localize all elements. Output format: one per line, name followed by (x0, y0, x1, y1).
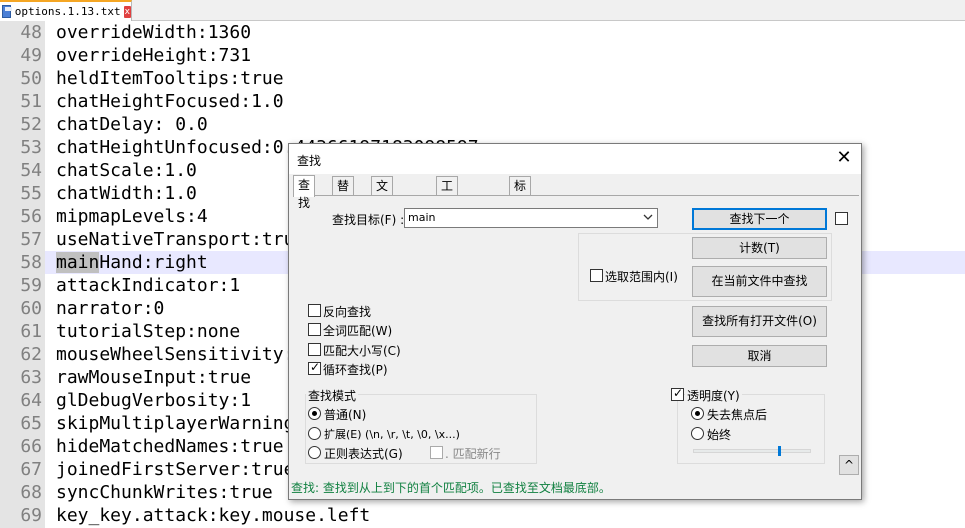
line-number: 65 (20, 413, 42, 434)
line-number: 51 (20, 91, 42, 112)
dialog-title-bar[interactable]: 查找 ✕ (289, 144, 861, 174)
dot-newline-checkbox[interactable] (430, 446, 443, 459)
code-line: hideMatchedNames:true (56, 436, 284, 457)
in-selection-checkbox[interactable] (590, 269, 603, 282)
line-number: 67 (20, 459, 42, 480)
line-number: 58 (20, 252, 42, 273)
code-line: mouseWheelSensitivity:1.0 (56, 344, 327, 365)
on-lose-focus-radio[interactable] (691, 407, 704, 420)
find-target-label: 查找目标(F) : (332, 213, 405, 227)
code-line: joinedFirstServer:true (56, 459, 295, 480)
code-line: rawMouseInput:true (56, 367, 252, 388)
backward-checkbox[interactable] (308, 304, 321, 317)
line-number: 48 (20, 22, 42, 43)
mode-normal-radio[interactable] (308, 407, 321, 420)
chevron-down-icon[interactable] (643, 212, 653, 222)
code-line: overrideHeight:731 (56, 45, 252, 66)
line-number: 63 (20, 367, 42, 388)
whole-word-label: 全词匹配(W) (323, 324, 393, 338)
tab-find[interactable]: 查找 (293, 175, 316, 210)
line-number: 66 (20, 436, 42, 457)
dialog-title: 查找 (297, 154, 322, 168)
line-number: 69 (20, 505, 42, 526)
code-line: chatDelay: 0.0 (56, 114, 208, 135)
find-dialog: 查找 ✕ 查找 替换 文件查找 工程中查找 标记 查找目标(F) : main … (288, 143, 862, 500)
code-line: chatWidth:1.0 (56, 183, 197, 204)
tab-replace[interactable]: 替换 (332, 176, 355, 211)
code-line: syncChunkWrites:true (56, 482, 273, 503)
code-line-rest: Hand:right (99, 252, 208, 273)
tab-close-icon[interactable]: x (123, 5, 131, 18)
document-tab-bar: options.1.13.txt x (0, 0, 965, 21)
in-selection-label: 选取范围内(I) (605, 270, 678, 284)
saved-file-icon (2, 5, 12, 18)
transparency-slider-track[interactable] (693, 449, 811, 453)
code-line: glDebugVerbosity:1 (56, 390, 252, 411)
line-number: 62 (20, 344, 42, 365)
code-line: useNativeTransport:true (56, 229, 306, 250)
line-number: 57 (20, 229, 42, 250)
line-number: 56 (20, 206, 42, 227)
find-target-value: main (408, 211, 436, 224)
code-line: attackIndicator:1 (56, 275, 241, 296)
line-number: 52 (20, 114, 42, 135)
code-line: key_key.attack:key.mouse.left (56, 505, 371, 526)
code-line: mipmapLevels:4 (56, 206, 208, 227)
line-number: 54 (20, 160, 42, 181)
tab-mark[interactable]: 标记 (509, 176, 532, 211)
match-case-label: 匹配大小写(C) (323, 344, 401, 358)
whole-word-checkbox[interactable] (308, 323, 321, 336)
line-number: 68 (20, 482, 42, 503)
line-number: 55 (20, 183, 42, 204)
dialog-close-icon[interactable]: ✕ (835, 149, 853, 168)
find-in-current-file-button[interactable]: 在当前文件中查找 (692, 266, 827, 297)
transparency-title: 透明度(Y) (685, 387, 742, 404)
on-lose-focus-label: 失去焦点后 (707, 408, 768, 422)
match-case-checkbox[interactable] (308, 343, 321, 356)
find-target-combobox[interactable]: main (404, 208, 658, 228)
line-number: 61 (20, 321, 42, 342)
line-number-gutter: 48 49 50 51 52 53 54 55 56 57 58 59 60 61 62 63 64 65 66 67… (0, 21, 45, 528)
find-next-button[interactable]: 查找下一个 (692, 208, 827, 230)
mode-regex-radio[interactable] (308, 446, 321, 459)
mode-extended-label: 扩展(E) (\n, \r, \t, \0, \x...) (324, 428, 460, 441)
dot-newline-label: . 匹配新行 (445, 447, 501, 461)
always-label: 始终 (707, 428, 732, 442)
wrap-around-checkbox[interactable] (308, 360, 321, 375)
tab-find-in-project[interactable]: 工程中查找 (436, 176, 459, 265)
backward-label: 反向查找 (323, 305, 372, 319)
line-number: 53 (20, 137, 42, 158)
find-next-option-checkbox[interactable] (835, 212, 848, 225)
search-mode-title: 查找模式 (306, 387, 359, 404)
tab-find-in-files[interactable]: 文件查找 (371, 176, 394, 247)
code-line: chatHeightFocused:1.0 (56, 91, 284, 112)
code-line: mainHand:right (56, 251, 208, 274)
count-button[interactable]: 计数(T) (692, 237, 827, 259)
transparency-slider-thumb[interactable] (778, 446, 781, 456)
find-all-open-files-button[interactable]: 查找所有打开文件(O) (692, 306, 827, 337)
cancel-button[interactable]: 取消 (692, 345, 827, 367)
code-line: overrideWidth:1360 (56, 22, 252, 43)
line-number: 60 (20, 298, 42, 319)
code-line: narrator:0 (56, 298, 165, 319)
line-number: 50 (20, 68, 42, 89)
mode-regex-label: 正则表达式(G) (324, 447, 403, 461)
code-line: heldItemTooltips:true (56, 68, 284, 89)
code-line: tutorialStep:none (56, 321, 241, 342)
code-line: chatScale:1.0 (56, 160, 197, 181)
transparency-checkbox[interactable] (671, 386, 684, 401)
status-message: 查找: 查找到从上到下的首个匹配项。已查找至文档最底部。 (291, 481, 611, 495)
wrap-around-label: 循环查找(P) (323, 363, 388, 377)
always-radio[interactable] (691, 427, 704, 440)
collapse-up-button[interactable]: ^ (839, 455, 859, 475)
search-match-highlight: main (56, 252, 100, 273)
document-tab[interactable]: options.1.13.txt x (0, 0, 132, 21)
document-tab-label: options.1.13.txt (14, 5, 121, 18)
fold-margin (45, 21, 53, 528)
line-number: 59 (20, 275, 42, 296)
line-number: 49 (20, 45, 42, 66)
mode-extended-radio[interactable] (308, 427, 321, 440)
line-number: 64 (20, 390, 42, 411)
mode-normal-label: 普通(N) (324, 408, 367, 422)
